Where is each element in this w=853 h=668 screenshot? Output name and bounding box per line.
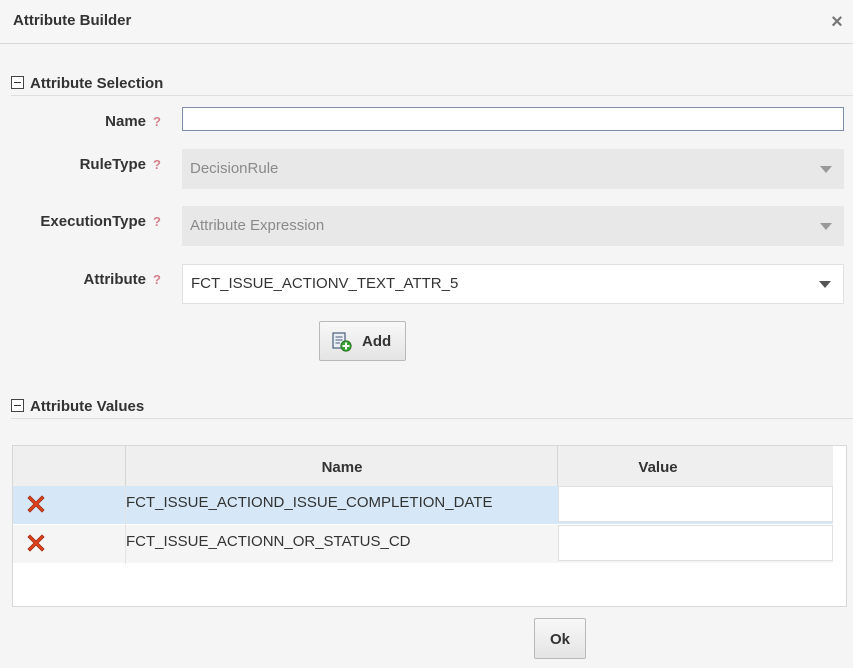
execution-type-select: Attribute Expression bbox=[182, 206, 844, 246]
attribute-select[interactable]: FCT_ISSUE_ACTIONV_TEXT_ATTR_5 bbox=[182, 264, 844, 304]
column-header-value[interactable]: Value bbox=[558, 446, 758, 486]
column-header-action bbox=[13, 446, 125, 486]
dialog-titlebar: Attribute Builder × bbox=[0, 0, 853, 44]
add-document-icon bbox=[332, 332, 352, 352]
row-value-input[interactable] bbox=[558, 525, 833, 561]
collapse-icon[interactable] bbox=[11, 399, 24, 412]
attribute-help-icon[interactable]: ? bbox=[153, 272, 161, 287]
execution-type-label: ExecutionType bbox=[40, 213, 146, 230]
name-input[interactable] bbox=[182, 107, 844, 131]
delete-x-icon[interactable] bbox=[26, 533, 46, 553]
ok-button[interactable]: Ok bbox=[534, 618, 586, 659]
row-name-cell: FCT_ISSUE_ACTIONN_OR_STATUS_CD bbox=[126, 533, 411, 550]
dialog-title: Attribute Builder bbox=[13, 12, 132, 29]
collapse-icon[interactable] bbox=[11, 76, 24, 89]
rule-type-help-icon[interactable]: ? bbox=[153, 157, 161, 172]
section-divider bbox=[11, 418, 853, 419]
add-button-label: Add bbox=[362, 333, 392, 350]
table-row[interactable]: FCT_ISSUE_ACTIONN_OR_STATUS_CD bbox=[13, 525, 833, 563]
attribute-values-heading: Attribute Values bbox=[30, 398, 145, 415]
rule-type-select: DecisionRule bbox=[182, 149, 844, 189]
row-name-cell: FCT_ISSUE_ACTIOND_ISSUE_COMPLETION_DATE bbox=[126, 494, 493, 511]
add-button[interactable]: Add bbox=[319, 321, 406, 361]
chevron-down-icon bbox=[820, 223, 832, 230]
column-header-name[interactable]: Name bbox=[126, 446, 558, 486]
execution-type-value: Attribute Expression bbox=[190, 217, 325, 234]
table-header: Name Value bbox=[13, 446, 833, 487]
name-label: Name bbox=[105, 113, 146, 130]
attribute-label: Attribute bbox=[83, 271, 147, 288]
rule-type-value: DecisionRule bbox=[190, 160, 279, 177]
rule-type-label: RuleType bbox=[79, 156, 146, 173]
attribute-selection-heading: Attribute Selection bbox=[30, 75, 164, 92]
chevron-down-icon[interactable] bbox=[819, 281, 831, 288]
attribute-value: FCT_ISSUE_ACTIONV_TEXT_ATTR_5 bbox=[191, 275, 459, 292]
attribute-values-header[interactable]: Attribute Values bbox=[11, 398, 144, 415]
column-divider bbox=[125, 486, 126, 564]
name-help-icon[interactable]: ? bbox=[153, 114, 161, 129]
attribute-values-table: Name Value FCT_ISSUE_ACTIOND_ISSUE_COMPL… bbox=[12, 445, 847, 607]
row-value-input[interactable] bbox=[558, 486, 833, 522]
chevron-down-icon bbox=[820, 166, 832, 173]
attribute-selection-header[interactable]: Attribute Selection bbox=[11, 75, 163, 92]
delete-x-icon[interactable] bbox=[26, 494, 46, 514]
table-row[interactable]: FCT_ISSUE_ACTIOND_ISSUE_COMPLETION_DATE bbox=[13, 486, 833, 524]
section-divider bbox=[11, 95, 853, 96]
execution-type-help-icon[interactable]: ? bbox=[153, 214, 161, 229]
close-icon[interactable]: × bbox=[827, 12, 847, 32]
